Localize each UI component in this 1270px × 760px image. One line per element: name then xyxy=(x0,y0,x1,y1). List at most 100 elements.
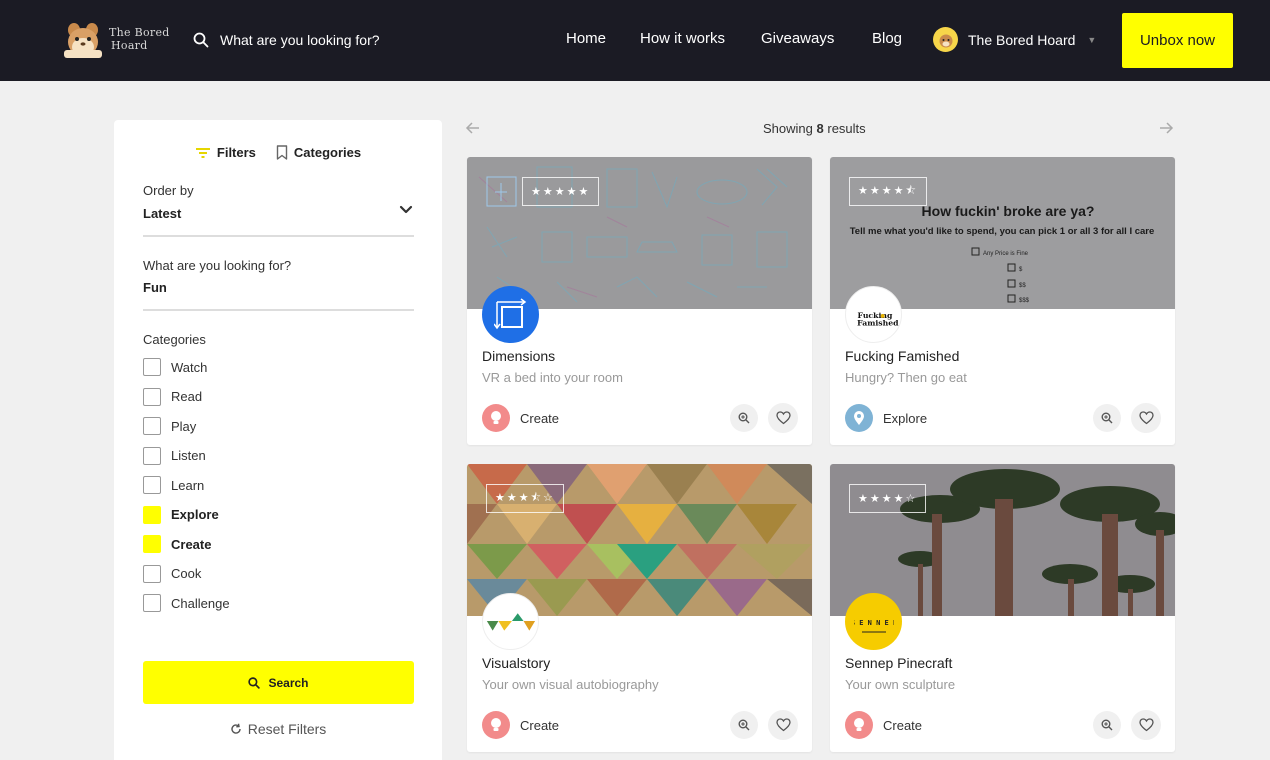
checkbox[interactable] xyxy=(143,387,161,406)
refresh-icon xyxy=(231,723,241,734)
user-menu[interactable]: The Bored Hoard ▼ xyxy=(933,27,1096,52)
reset-filters-button[interactable]: Reset Filters xyxy=(114,721,442,737)
avatar xyxy=(482,593,539,650)
category-checkbox-learn[interactable]: Learn xyxy=(143,476,204,494)
survey-option-3: $$$ xyxy=(1019,298,1030,304)
result-card[interactable]: ★★★★★ Dimensions VR a bed into your room… xyxy=(467,157,812,445)
chevron-down-icon[interactable] xyxy=(399,205,413,215)
bookmark-icon xyxy=(276,145,288,160)
zoom-button[interactable] xyxy=(1093,711,1121,739)
result-card[interactable]: ★★★★☆ S E N N E P Sennep Pinecraft Your … xyxy=(830,464,1175,752)
star-rating: ★★★⯪☆ xyxy=(486,484,564,513)
arrow-right-icon[interactable] xyxy=(1158,120,1174,136)
category-checkbox-explore[interactable]: Explore xyxy=(143,505,219,524)
results-count: Showing 8 results xyxy=(763,121,866,136)
favorite-button[interactable] xyxy=(1131,403,1161,433)
checkbox[interactable] xyxy=(143,476,161,494)
blueprint-illustration xyxy=(467,157,812,309)
zoom-in-icon xyxy=(738,719,750,731)
card-image[interactable]: How fuckin' broke are ya? Tell me what y… xyxy=(830,157,1175,309)
user-name: The Bored Hoard xyxy=(968,31,1076,48)
dimensions-logo-icon xyxy=(493,297,526,329)
sidebar-tabs: Filters Categories xyxy=(114,145,442,160)
survey-option-2: $$ xyxy=(1019,283,1026,289)
heart-icon xyxy=(1138,411,1154,425)
zoom-in-icon xyxy=(1101,412,1113,424)
card-subtitle: Your own visual autobiography xyxy=(482,677,659,692)
card-image[interactable]: ★★★★☆ xyxy=(830,464,1175,616)
card-image[interactable]: ★★★⯪☆ xyxy=(467,464,812,616)
query-input[interactable]: Fun xyxy=(143,280,167,295)
star-rating: ★★★★★ xyxy=(522,177,600,206)
card-subtitle: VR a bed into your room xyxy=(482,370,623,385)
filter-sidebar: Filters Categories Order by Latest What … xyxy=(114,120,442,760)
lightbulb-icon xyxy=(482,711,510,739)
logo[interactable]: The Bored Hoard xyxy=(62,20,180,62)
order-by-underline xyxy=(143,235,414,237)
avatar: Fucking Famished xyxy=(845,286,902,343)
tab-filters[interactable]: Filters xyxy=(195,145,256,160)
visualstory-logo-icon xyxy=(486,613,536,631)
arrow-left-icon[interactable] xyxy=(465,120,481,136)
category-badge[interactable]: Explore xyxy=(845,404,927,432)
search-icon xyxy=(248,676,261,689)
zoom-in-icon xyxy=(1101,719,1113,731)
search-button-label: Search xyxy=(268,675,309,690)
checkbox[interactable] xyxy=(143,594,161,612)
svg-text:Famished: Famished xyxy=(857,319,899,328)
zoom-button[interactable] xyxy=(1093,404,1121,432)
avatar xyxy=(933,27,958,52)
result-card[interactable]: ★★★⯪☆ Visualstory Your own visual autobi… xyxy=(467,464,812,752)
fucking-famished-logo: Fucking Famished xyxy=(857,311,899,328)
zoom-in-icon xyxy=(738,412,750,424)
nav-giveaways[interactable]: Giveaways xyxy=(761,30,834,50)
order-by-value[interactable]: Latest xyxy=(143,206,181,221)
order-by-label: Order by xyxy=(143,183,194,198)
category-checkbox-listen[interactable]: Listen xyxy=(143,446,206,465)
nav-blog[interactable]: Blog xyxy=(872,30,902,50)
category-checkbox-create[interactable]: Create xyxy=(143,535,211,553)
category-checkbox-cook[interactable]: Cook xyxy=(143,564,201,583)
tab-categories[interactable]: Categories xyxy=(276,145,361,160)
category-label: Create xyxy=(883,717,923,733)
checkbox-checked[interactable] xyxy=(143,535,161,553)
category-badge[interactable]: Create xyxy=(482,404,559,432)
card-title[interactable]: Dimensions xyxy=(482,348,555,364)
query-underline xyxy=(143,309,414,311)
search-button[interactable]: Search xyxy=(143,661,414,704)
category-label: Explore xyxy=(883,410,928,426)
chipmunk-logo-icon xyxy=(64,23,102,58)
top-navbar: The Bored Hoard What are you looking for… xyxy=(0,0,1270,81)
result-card[interactable]: How fuckin' broke are ya? Tell me what y… xyxy=(830,157,1175,445)
card-image[interactable]: ★★★★★ xyxy=(467,157,812,309)
checkbox-checked[interactable] xyxy=(143,505,161,524)
zoom-button[interactable] xyxy=(730,404,758,432)
favorite-button[interactable] xyxy=(768,710,798,740)
card-title[interactable]: Visualstory xyxy=(482,655,550,671)
unbox-now-button[interactable]: Unbox now xyxy=(1122,13,1233,68)
checkbox[interactable] xyxy=(143,417,161,435)
category-badge[interactable]: Create xyxy=(482,711,559,739)
checkbox[interactable] xyxy=(143,358,161,376)
favorite-button[interactable] xyxy=(768,403,798,433)
card-subtitle: Hungry? Then go eat xyxy=(845,370,967,385)
tab-filters-label: Filters xyxy=(216,145,256,160)
category-badge[interactable]: Create xyxy=(845,711,922,739)
header-search[interactable]: What are you looking for? xyxy=(193,30,380,50)
category-checkbox-challenge[interactable]: Challenge xyxy=(143,594,230,612)
favorite-button[interactable] xyxy=(1131,710,1161,740)
nav-home[interactable]: Home xyxy=(566,30,606,50)
card-title[interactable]: Fucking Famished xyxy=(845,348,959,364)
svg-text:S E N N E P: S E N N E P xyxy=(854,619,894,627)
category-checkbox-play[interactable]: Play xyxy=(143,417,196,435)
nav-how-it-works[interactable]: How it works xyxy=(640,30,725,50)
card-title[interactable]: Sennep Pinecraft xyxy=(845,655,952,671)
logo-text: The Bored Hoard xyxy=(109,26,170,52)
checkbox[interactable] xyxy=(143,564,161,583)
category-checkbox-read[interactable]: Read xyxy=(143,387,202,406)
category-checkbox-watch[interactable]: Watch xyxy=(143,358,207,376)
checkbox[interactable] xyxy=(143,446,161,465)
sennep-logo: S E N N E P xyxy=(854,619,894,632)
avatar xyxy=(482,286,539,343)
zoom-button[interactable] xyxy=(730,711,758,739)
